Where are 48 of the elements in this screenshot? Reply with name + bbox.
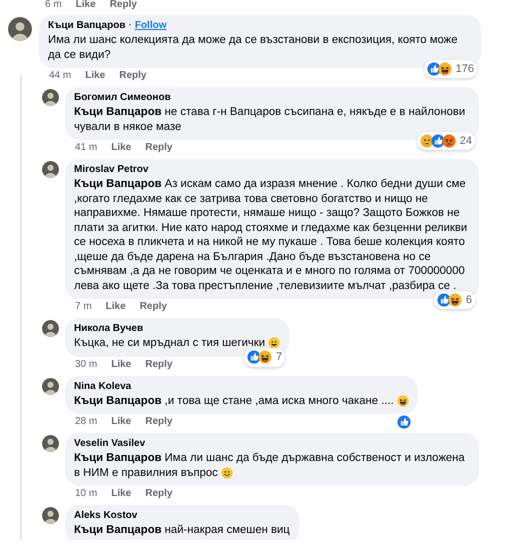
comment-text: Къци Вапцаров Има ли шанс да бъде държавна собственост и изложена в НИМ е правилния въпрос [74,452,465,478]
author-name[interactable]: Nina Koleva [74,380,132,392]
timestamp: 28 m [75,416,98,427]
avatar[interactable] [42,507,59,524]
timestamp: 30 m [75,358,98,370]
like-link[interactable]: Like [111,358,132,370]
follow-link[interactable]: Follow [134,20,167,31]
separator: · [128,20,133,31]
like-link[interactable]: Like [111,416,132,427]
author-name[interactable]: Veselin Vasilev [74,438,146,449]
reply-link[interactable]: Reply [145,416,172,427]
author-name[interactable]: Miroslav Petrov [74,164,148,175]
like-link[interactable]: Like [76,0,96,10]
like-link[interactable]: Like [85,70,106,81]
reaction-count: 176 [456,62,474,76]
reply-link[interactable]: Reply [145,358,172,370]
timestamp: 6 m [45,0,62,10]
comment-text: Къци Вапцаров най-накрая смешен виц [74,524,290,536]
author-name[interactable]: Богомил Симеонов [74,92,171,103]
author-name[interactable]: Къци Вапцаров [48,20,126,31]
avatar[interactable] [42,378,59,394]
reply-link[interactable]: Reply [140,301,167,312]
reaction-count: 24 [460,134,472,148]
comment-text: Къци Вапцаров не става г-н Вапцаров съсипана е, някъде е в найлонови чували в някое мазе [74,106,466,132]
author-name[interactable]: Aleks Kostov [74,510,138,521]
reply-link[interactable]: Reply [145,488,172,499]
reaction-count: 7 [276,350,282,365]
comment-text: Има ли шанс колекцията да може да се възстанови в експозиция, която може да се види? [48,34,458,60]
avatar[interactable] [42,435,59,452]
timestamp: 10 m [75,488,98,499]
like-link[interactable]: Like [111,488,132,499]
avatar[interactable] [42,161,59,178]
timestamp: 7 m [75,301,92,312]
author-name[interactable]: Никола Вучев [74,323,144,334]
reaction-count: 6 [466,292,472,308]
like-link[interactable]: Like [106,301,126,312]
timestamp: 41 m [75,142,98,153]
reply-link[interactable]: Reply [145,142,172,153]
comment-text: Къци Вапцаров ,и това ще стане ,ама иска много чакане .... [74,394,394,406]
avatar[interactable] [42,89,59,106]
avatar[interactable] [42,320,59,337]
like-link[interactable]: Like [111,142,132,153]
reply-link[interactable]: Reply [119,70,146,81]
avatar[interactable] [8,17,32,41]
comment-text: Къци Вапцаров Аз искам само да изразя мнение . Колко бедни души сме ,когато гледахме как се затрива това световно богатство и нищо не направихме. Нямаше протести, нямаше нищо - защо? Защото Божков не плати за агитки. Ние като народ стояхме и гледахме как безценни реликви се носеха в пликчета и на никой не му пукаше . Това беше колекция която ,щеше да бъде дарена на България .Дано бъде възстановена но се съмнявам ,а да не говорим че оценката и е много по голяма от 700000000 лева ако щете .За това престъпление ,телевизиите мълчат ,разбира се . [74,178,468,292]
reply-link[interactable]: Reply [110,0,137,10]
comment-text: Къцка, не си мръднал с тия шегички [74,337,266,349]
timestamp: 44 m [49,70,72,81]
